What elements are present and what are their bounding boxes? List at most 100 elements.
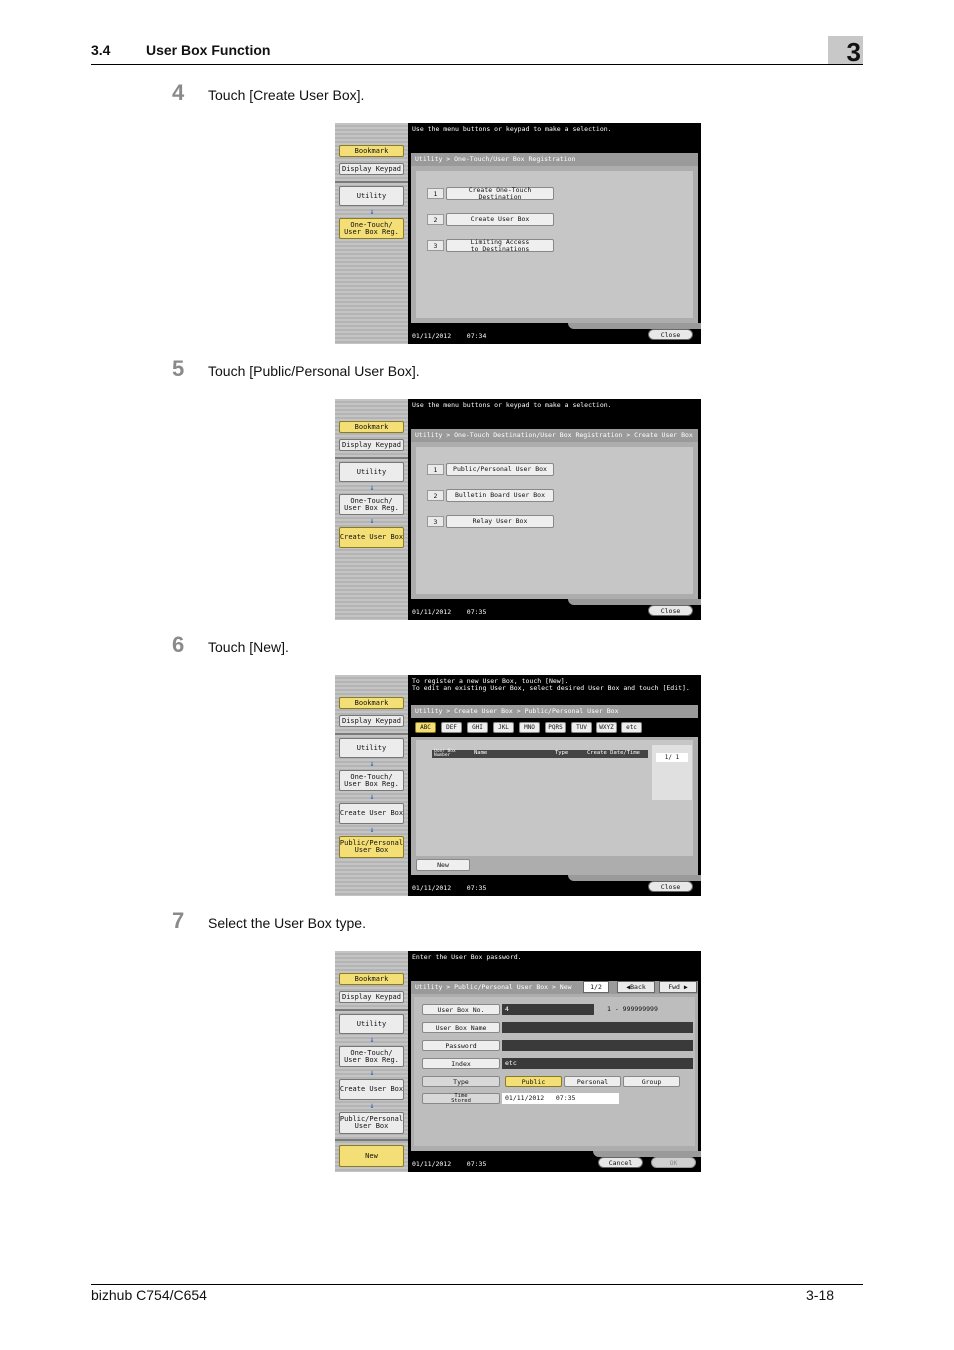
one-touch-button[interactable]: One-Touch/ User Box Reg. <box>339 770 404 791</box>
bookmark-button[interactable]: Bookmark <box>339 697 404 709</box>
utility-button[interactable]: Utility <box>339 738 404 758</box>
date-time: 01/11/2012 07:35 <box>412 1160 486 1168</box>
tab-abc[interactable]: ABC <box>415 722 436 733</box>
back-button[interactable]: ◀Back <box>617 981 655 993</box>
create-user-box-nav-button[interactable]: Create User Box <box>339 803 404 824</box>
breadcrumb: Utility > One-Touch Destination/User Box… <box>411 429 698 442</box>
down-arrow-icon: ↓ <box>369 792 375 801</box>
password-field[interactable] <box>502 1040 693 1051</box>
bookmark-button[interactable]: Bookmark <box>339 145 404 157</box>
down-arrow-icon: ↓ <box>369 483 375 492</box>
section-title: User Box Function <box>146 42 271 58</box>
new-nav-button[interactable]: New <box>339 1145 404 1167</box>
tab-jkl[interactable]: JKL <box>493 722 514 733</box>
menu-panel: 1 Public/Personal User Box 2 Bulletin Bo… <box>416 447 693 594</box>
down-arrow-icon: ↓ <box>369 207 375 216</box>
public-personal-user-box-button[interactable]: Public/Personal User Box <box>446 463 554 476</box>
forward-label: Fwd <box>668 983 680 991</box>
footer-model: bizhub C754/C654 <box>91 1287 207 1303</box>
menu-panel: 1 Create One-Touch Destination 2 Create … <box>416 171 693 318</box>
left-panel: Bookmark Display Keypad Utility ↓ One-To… <box>335 675 408 896</box>
menu-number: 1 <box>427 188 444 199</box>
new-button[interactable]: New <box>416 859 470 871</box>
date-text: 01/11/2012 <box>412 884 452 892</box>
display-keypad-button[interactable]: Display Keypad <box>339 163 404 175</box>
tab-wxyz[interactable]: WXYZ <box>596 722 617 733</box>
step-instruction: Touch [New]. <box>208 639 289 655</box>
status-message: Enter the User Box password. <box>412 953 522 961</box>
breadcrumb-text: Utility > Create User Box > Public/Perso… <box>415 707 619 715</box>
column-name: Name <box>474 750 488 756</box>
cancel-button[interactable]: Cancel <box>598 1157 643 1168</box>
status-message: Use the menu buttons or keypad to make a… <box>412 401 612 409</box>
date-time: 01/11/2012 07:35 <box>412 608 486 616</box>
create-user-box-button[interactable]: Create User Box <box>446 213 554 226</box>
pager: 1/ 1 <box>652 745 692 800</box>
one-touch-button[interactable]: One-Touch/ User Box Reg. <box>339 494 404 515</box>
user-box-no-field[interactable]: 4 <box>502 1004 594 1015</box>
step-instruction: Select the User Box type. <box>208 915 366 931</box>
user-box-name-button[interactable]: User Box Name <box>422 1022 500 1033</box>
date-text: 01/11/2012 <box>412 608 452 616</box>
index-field[interactable]: etc <box>502 1058 693 1069</box>
close-button[interactable]: Close <box>648 329 693 340</box>
down-arrow-icon: ↓ <box>369 1068 375 1077</box>
down-arrow-icon: ↓ <box>369 1101 375 1110</box>
chapter-badge: 3 <box>828 36 863 67</box>
form-panel: User Box No. 4 1 - 999999999 User Box Na… <box>414 997 695 1146</box>
password-button[interactable]: Password <box>422 1040 500 1051</box>
type-public-button[interactable]: Public <box>505 1076 562 1087</box>
utility-button[interactable]: Utility <box>339 186 404 206</box>
bookmark-button[interactable]: Bookmark <box>339 973 404 985</box>
index-button[interactable]: Index <box>422 1058 500 1069</box>
bulletin-board-user-box-button[interactable]: Bulletin Board User Box <box>446 489 554 502</box>
status-message: Use the menu buttons or keypad to make a… <box>412 125 612 133</box>
close-button[interactable]: Close <box>648 881 693 892</box>
down-arrow-icon: ↓ <box>369 759 375 768</box>
bottom-bar: 01/11/2012 07:35 Close <box>408 599 701 620</box>
user-box-name-field[interactable] <box>502 1022 693 1033</box>
tab-def[interactable]: DEF <box>441 722 462 733</box>
screen-create-user-box: Bookmark Display Keypad Utility ↓ One-To… <box>335 399 701 620</box>
one-touch-button[interactable]: One-Touch/ User Box Reg. <box>339 218 404 239</box>
tab-etc[interactable]: etc <box>621 722 642 733</box>
public-personal-nav-button[interactable]: Public/Personal User Box <box>339 836 404 858</box>
column-date: Create Date/Time <box>587 750 640 756</box>
date-time: 01/11/2012 07:34 <box>412 332 486 340</box>
forward-button[interactable]: Fwd ▶ <box>659 981 697 993</box>
display-keypad-button[interactable]: Display Keypad <box>339 439 404 451</box>
tab-tuv[interactable]: TUV <box>571 722 592 733</box>
breadcrumb-text: Utility > Public/Personal User Box > New <box>415 983 572 991</box>
tab-pqrs[interactable]: PQRS <box>545 722 566 733</box>
display-keypad-button[interactable]: Display Keypad <box>339 991 404 1003</box>
display-keypad-button[interactable]: Display Keypad <box>339 715 404 727</box>
status-message: To register a new User Box, touch [New].… <box>412 677 690 692</box>
panel-divider <box>335 181 408 183</box>
create-one-touch-button[interactable]: Create One-Touch Destination <box>446 187 554 200</box>
create-user-box-nav-button[interactable]: Create User Box <box>339 1079 404 1100</box>
left-panel: Bookmark Display Keypad Utility ↓ One-To… <box>335 399 408 620</box>
breadcrumb-text: Utility > One-Touch Destination/User Box… <box>415 431 693 439</box>
bookmark-button[interactable]: Bookmark <box>339 421 404 433</box>
page-indicator: 1/2 <box>583 981 609 993</box>
type-personal-button[interactable]: Personal <box>564 1076 621 1087</box>
public-personal-nav-button[interactable]: Public/Personal User Box <box>339 1112 404 1134</box>
ok-button[interactable]: OK <box>651 1157 696 1168</box>
column-number: User Box Number <box>434 749 456 758</box>
tab-ghi[interactable]: GHI <box>467 722 488 733</box>
screen-one-touch-registration: Bookmark Display Keypad Utility ↓ One-To… <box>335 123 701 344</box>
bottom-bar: 01/11/2012 07:35 Cancel OK <box>408 1151 701 1172</box>
close-button[interactable]: Close <box>648 605 693 616</box>
limiting-access-button[interactable]: Limiting Access to Destinations <box>446 239 554 252</box>
utility-button[interactable]: Utility <box>339 1014 404 1034</box>
date-text: 01/11/2012 <box>412 332 452 340</box>
utility-button[interactable]: Utility <box>339 462 404 482</box>
one-touch-button[interactable]: One-Touch/ User Box Reg. <box>339 1046 404 1067</box>
left-panel: Bookmark Display Keypad Utility ↓ One-To… <box>335 951 408 1172</box>
type-group-button[interactable]: Group <box>623 1076 680 1087</box>
create-user-box-nav-button[interactable]: Create User Box <box>339 527 404 548</box>
relay-user-box-button[interactable]: Relay User Box <box>446 515 554 528</box>
step-number: 6 <box>172 632 185 657</box>
tab-mno[interactable]: MNO <box>519 722 540 733</box>
bottom-bar: 01/11/2012 07:35 Close <box>408 875 701 896</box>
